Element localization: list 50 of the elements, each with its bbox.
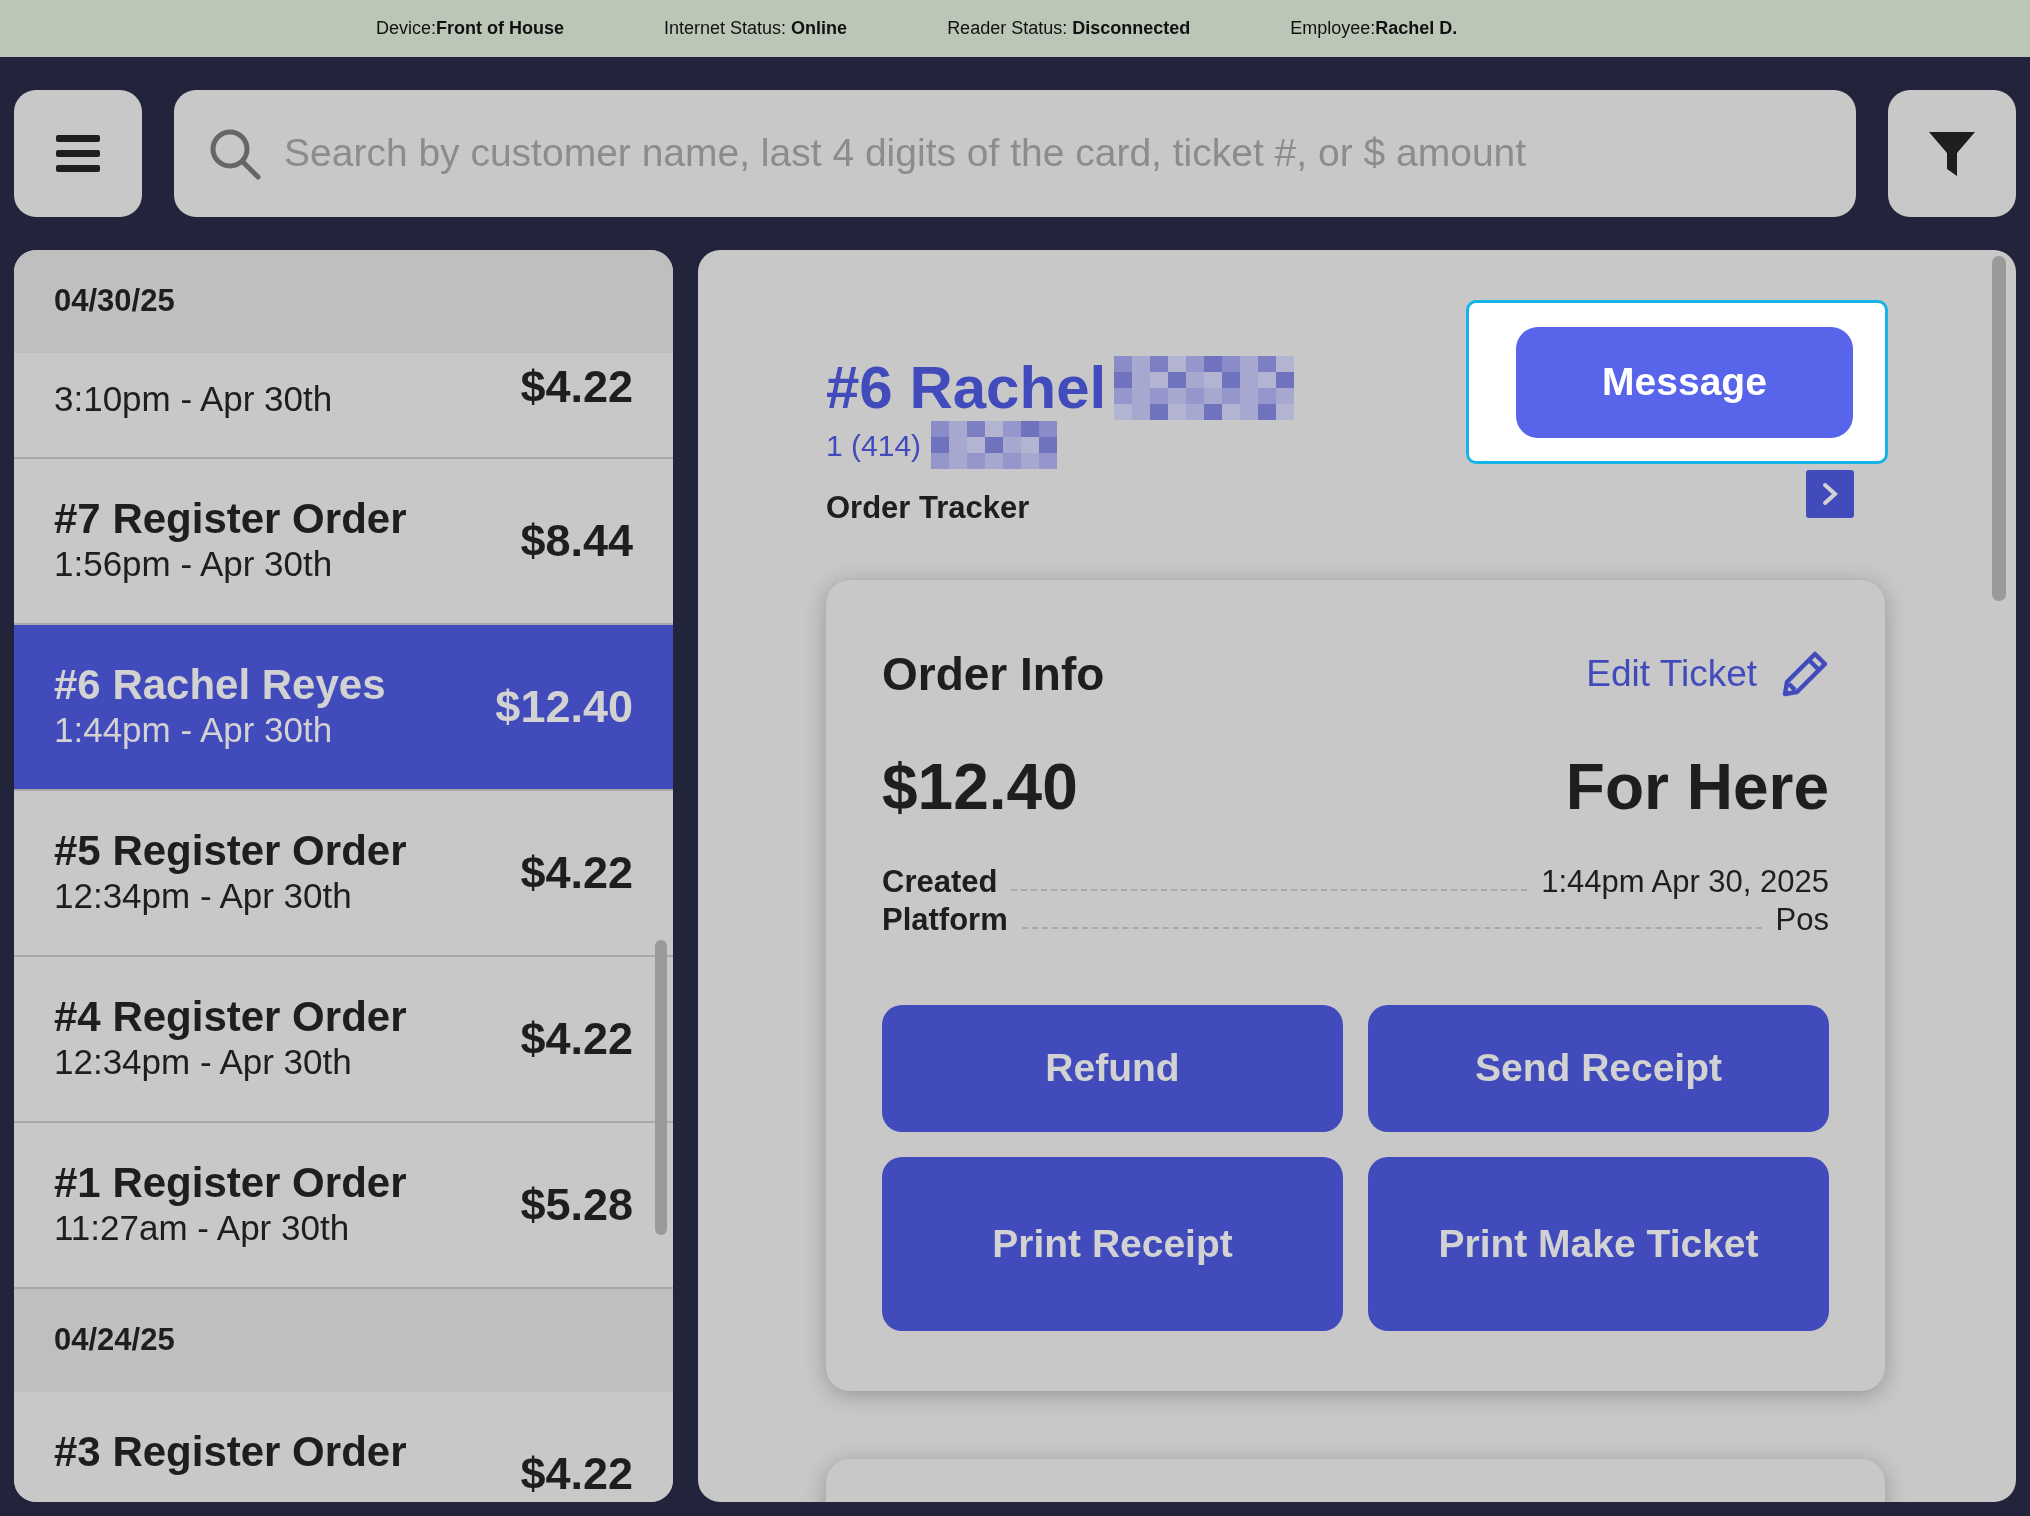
field-value: Pos <box>1775 900 1829 939</box>
order-title: #7 Register Order <box>54 496 407 542</box>
filter-button[interactable] <box>1888 90 2016 217</box>
order-time: 12:34pm - Apr 30th <box>54 1041 353 1083</box>
status-text: Internet Status: Online <box>664 17 848 40</box>
order-total: $12.40 <box>882 749 1078 825</box>
order-title: #4 Register Order <box>54 994 407 1040</box>
order-info-title: Order Info <box>882 646 1105 702</box>
field-label: Platform <box>882 900 1008 939</box>
action-button[interactable]: Print Make Ticket <box>1368 1156 1829 1331</box>
order-amount: $4.22 <box>520 1447 633 1502</box>
menu-icon <box>56 134 100 173</box>
field-value: 1:44pm Apr 30, 2025 <box>1541 862 1829 901</box>
order-tracker-button[interactable] <box>1806 470 1854 518</box>
action-button[interactable]: Print Receipt <box>882 1156 1343 1331</box>
order-time: 12:34pm - Apr 30th <box>54 875 353 917</box>
order-amount: $4.22 <box>520 1012 633 1067</box>
chevron-right-icon <box>1821 482 1839 506</box>
edit-ticket-link[interactable]: Edit Ticket <box>1586 646 1829 702</box>
order-time: 1:56pm - Apr 30th <box>54 543 334 585</box>
order-time: 1:44pm - Apr 30th <box>54 709 334 751</box>
order-amount: $8.44 <box>520 514 633 569</box>
customer-phone: 1 (414) <box>826 427 922 464</box>
field-label: Created <box>882 862 998 901</box>
customer-name: #6 Rachel <box>826 355 1107 421</box>
pencil-icon <box>1781 650 1829 698</box>
order-amount: $4.22 <box>520 846 633 901</box>
status-text: Employee:Rachel D. <box>1290 17 1458 40</box>
order-tracker-label: Order Tracker <box>826 489 1031 527</box>
order-title: #6 Rachel Reyes <box>54 662 386 708</box>
action-button[interactable]: Send Receipt <box>1368 1004 1829 1132</box>
status-text: Device:Front of House <box>376 17 565 40</box>
order-title: #5 Register Order <box>54 828 407 874</box>
order-time: 11:27am - Apr 30th <box>54 1207 351 1249</box>
dining-option: For Here <box>1565 738 1829 835</box>
menu-button[interactable] <box>14 90 142 217</box>
order-row[interactable]: #6 Rachel Reyes 1:44pm - Apr 30th $12.40 <box>14 625 673 791</box>
date-header: 04/30/25 <box>14 250 673 353</box>
action-button[interactable]: Refund <box>882 1004 1343 1132</box>
order-amount: $4.22 <box>520 360 633 414</box>
search-input[interactable]: Search by customer name, last 4 digits of the card, ticket #, or $ amount <box>284 124 1822 183</box>
order-amount: $12.40 <box>495 680 633 735</box>
order-amount: $5.28 <box>520 1178 633 1233</box>
search-field[interactable]: Search by customer name, last 4 digits of the card, ticket #, or $ amount <box>174 90 1856 217</box>
order-title: #1 Register Order <box>54 1160 407 1206</box>
date-header: 04/24/25 <box>14 1289 673 1392</box>
status-text: Reader Status: Disconnected <box>947 17 1191 40</box>
order-title: #3 Register Order <box>54 1429 407 1475</box>
order-time: 3:10pm - Apr 30th <box>54 378 333 420</box>
message-button[interactable]: Message <box>1516 326 1853 438</box>
